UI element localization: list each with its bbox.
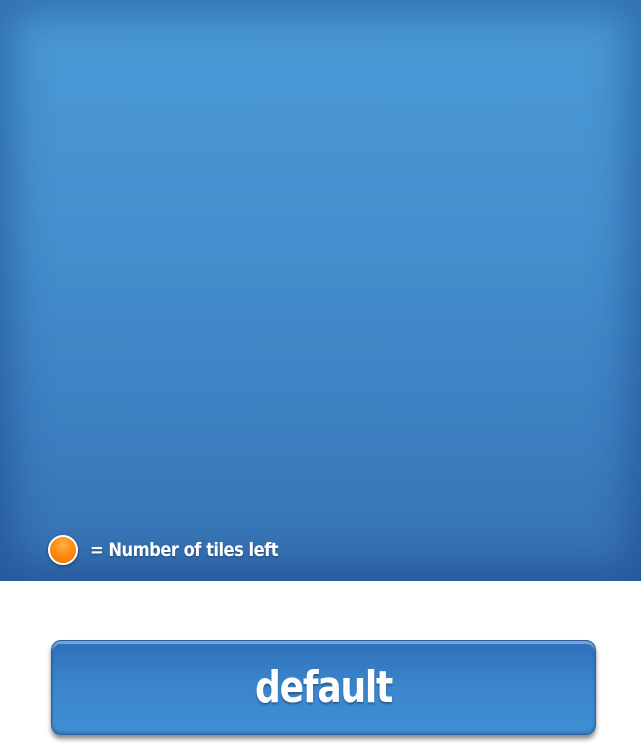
- orange-dot-icon: [48, 535, 78, 565]
- default-button[interactable]: default: [51, 640, 596, 735]
- tiles-left-legend: = Number of tiles left: [48, 533, 309, 567]
- default-button-label: default: [254, 662, 393, 713]
- game-board[interactable]: = Number of tiles left: [0, 0, 641, 581]
- legend-label: = Number of tiles left: [90, 539, 279, 561]
